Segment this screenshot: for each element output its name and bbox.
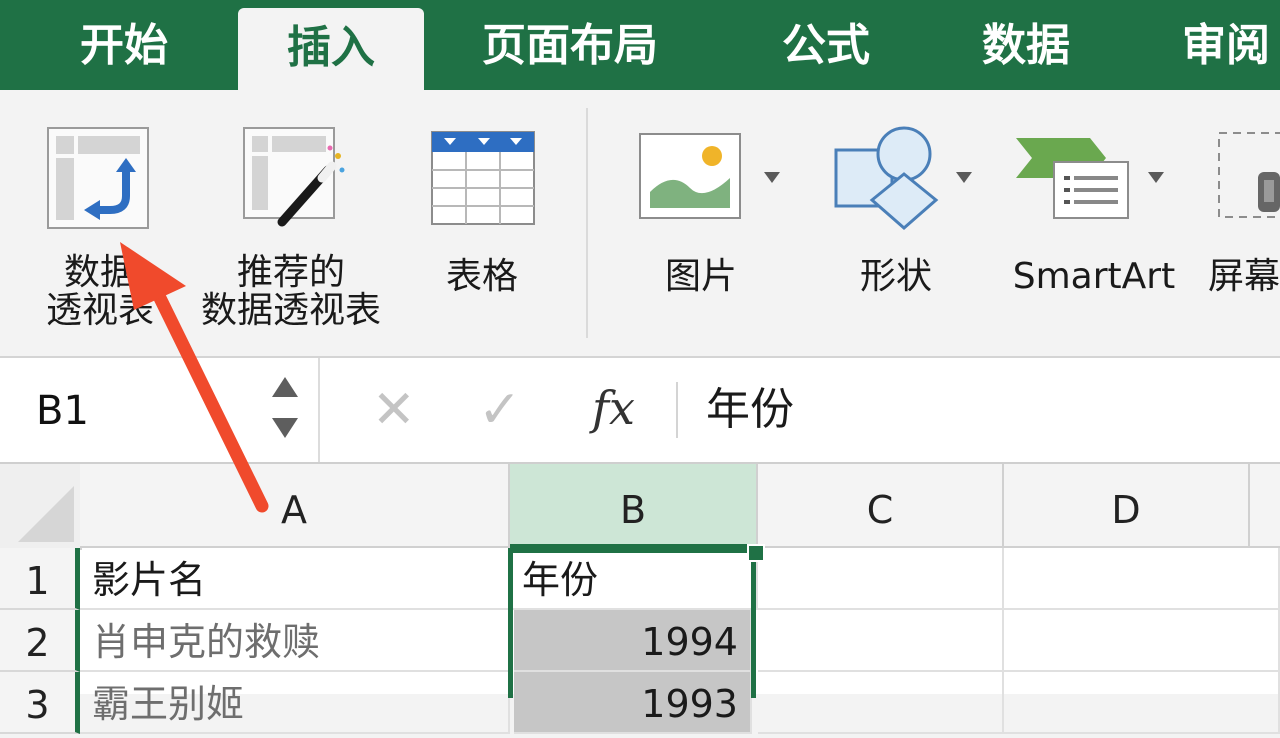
column-header-e[interactable] [1250, 464, 1280, 548]
cell-a1[interactable]: 影片名 [80, 548, 510, 610]
select-all-triangle-icon [18, 486, 74, 542]
formula-bar-separator [676, 382, 678, 438]
ribbon-group-separator [586, 108, 588, 338]
picture-button[interactable]: 图片 [626, 118, 786, 348]
name-box-up-icon[interactable] [272, 377, 298, 397]
row-header-1[interactable]: 1 [0, 548, 80, 610]
screenshot-label: 屏幕 [1208, 256, 1280, 297]
insert-function-icon[interactable]: fx [592, 378, 635, 438]
recommended-pivot-label-1: 推荐的 [236, 252, 345, 293]
column-header-d[interactable]: D [1004, 464, 1250, 548]
cell-c3[interactable] [758, 672, 1004, 734]
spreadsheet-grid: A B C D 1 影片名 年份 2 肖申克的救赎 1994 3 霸王别姬 19… [0, 464, 1280, 734]
pivot-table-icon [47, 127, 149, 229]
tab-page-layout[interactable]: 页面布局 [482, 0, 658, 90]
table-button[interactable]: 表格 [412, 118, 552, 348]
pivot-table-label-1: 数据 [63, 252, 136, 293]
ribbon-tab-bar: 开始 插入 页面布局 公式 数据 审阅 [0, 0, 1280, 94]
recommended-pivot-icon [243, 127, 345, 227]
recommended-pivot-label-2: 数据透视表 [200, 290, 381, 331]
tab-review[interactable]: 审阅 [1182, 0, 1270, 90]
name-box-down-icon[interactable] [272, 418, 298, 438]
name-box-value: B1 [36, 388, 89, 434]
cell-c1[interactable] [758, 548, 1004, 610]
cell-b1[interactable]: 年份 [510, 548, 758, 610]
formula-bar: B1 ✕ ✓ fx 年份 [0, 358, 1280, 464]
shapes-button[interactable]: 形状 [820, 118, 984, 348]
smartart-dropdown-icon[interactable] [1148, 172, 1164, 183]
column-header-b[interactable]: B [510, 464, 758, 548]
cancel-edit-icon[interactable]: ✕ [372, 380, 416, 440]
shapes-label: 形状 [859, 256, 932, 297]
column-header-c[interactable]: C [758, 464, 1004, 548]
cell-a2[interactable]: 肖申克的救赎 [80, 610, 510, 672]
cell-b2[interactable]: 1994 [514, 610, 752, 672]
cell-d3[interactable] [1004, 672, 1280, 734]
tab-home[interactable]: 开始 [80, 0, 168, 90]
picture-label: 图片 [664, 256, 737, 297]
shapes-dropdown-icon[interactable] [956, 172, 972, 183]
cell-c2[interactable] [758, 610, 1004, 672]
tab-formulas[interactable]: 公式 [782, 0, 870, 90]
name-box[interactable]: B1 [0, 358, 320, 462]
column-header-a[interactable]: A [80, 464, 510, 548]
cell-d1[interactable] [1004, 548, 1280, 610]
picture-dropdown-icon[interactable] [764, 172, 780, 183]
select-all-corner[interactable] [0, 464, 82, 550]
picture-icon [639, 133, 741, 219]
confirm-edit-icon[interactable]: ✓ [478, 380, 522, 440]
cell-a3[interactable]: 霸王别姬 [80, 672, 510, 734]
row-header-2[interactable]: 2 [0, 610, 80, 672]
table-label: 表格 [445, 256, 518, 297]
screenshot-icon [1218, 132, 1280, 218]
row-header-3[interactable]: 3 [0, 672, 80, 734]
cell-b3[interactable]: 1993 [514, 672, 752, 734]
tab-data[interactable]: 数据 [982, 0, 1070, 90]
smartart-label: SmartArt [1012, 256, 1176, 297]
smartart-button[interactable]: SmartArt [1004, 118, 1184, 348]
fill-handle[interactable] [747, 544, 765, 562]
formula-input[interactable]: 年份 [706, 382, 794, 438]
tab-insert[interactable]: 插入 [238, 8, 424, 94]
recommended-pivot-button[interactable]: 推荐的 数据透视表 [186, 118, 396, 348]
ribbon-insert-panel: 数据 透视表 推荐的 数据透视表 表格 图片 形状 SmartArt 屏幕 [0, 90, 1280, 358]
smartart-icon [1016, 138, 1129, 219]
shapes-icon [834, 126, 939, 230]
pivot-table-button[interactable]: 数据 透视表 [30, 118, 170, 348]
cell-d2[interactable] [1004, 610, 1280, 672]
screenshot-button[interactable]: 屏幕 [1204, 118, 1280, 348]
pivot-table-label-2: 透视表 [45, 290, 154, 331]
table-icon [431, 131, 535, 225]
